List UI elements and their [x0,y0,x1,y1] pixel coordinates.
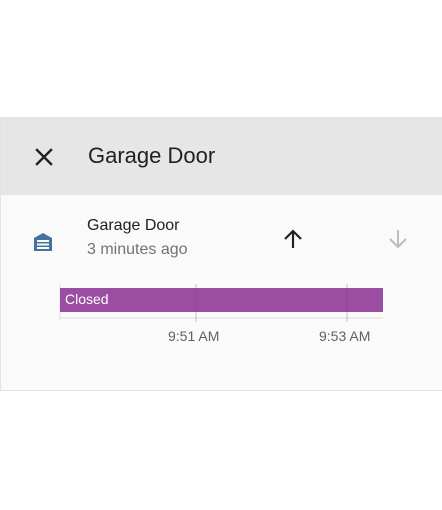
open-cover-button[interactable] [275,221,311,257]
entity-last-changed: 3 minutes ago [87,241,188,258]
dialog-title: Garage Door [88,143,216,168]
dialog-header: Garage Door [1,118,442,195]
garage-icon [34,233,52,251]
entity-name: Garage Door [87,217,180,234]
arrow-up-icon [284,229,302,248]
close-icon [35,148,53,166]
more-info-dialog: Garage Door [1,118,442,390]
close-cover-button[interactable] [380,221,416,257]
arrow-down-icon [389,230,407,249]
close-button[interactable] [29,142,59,172]
